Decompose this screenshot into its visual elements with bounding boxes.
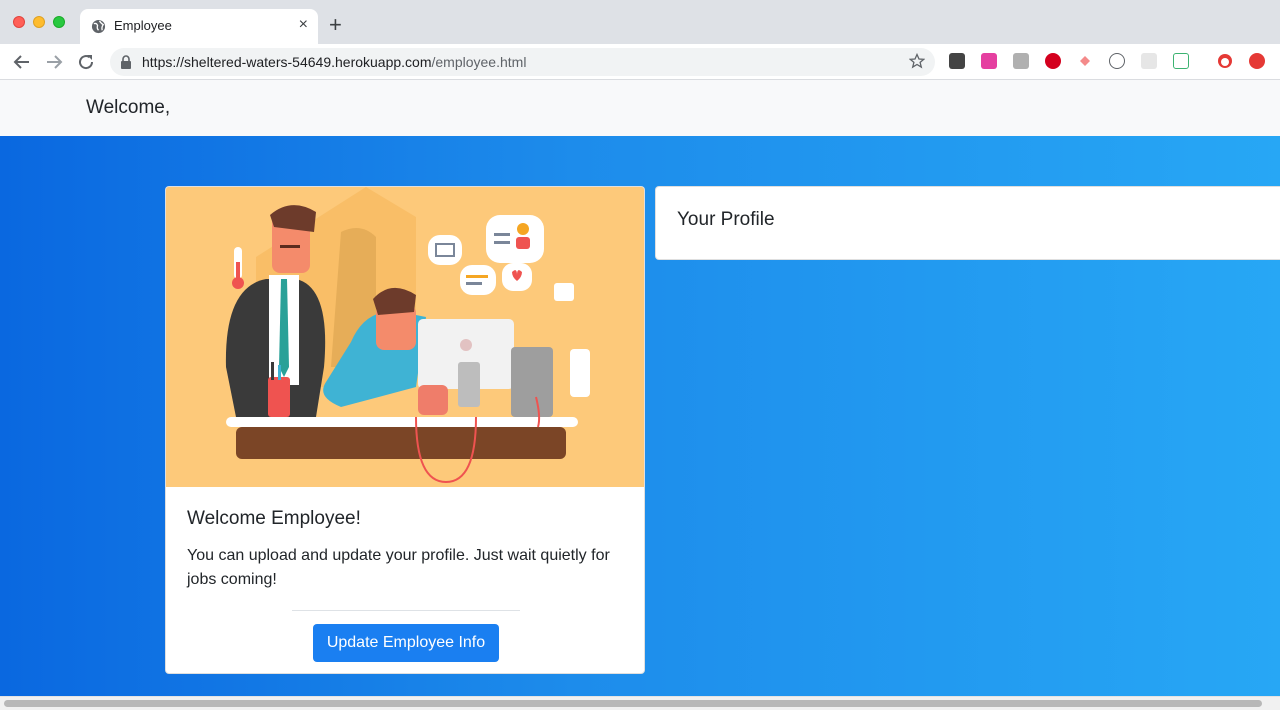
welcome-text: Welcome, [86, 97, 171, 118]
maximize-window-button[interactable] [53, 16, 65, 28]
ext-red-icon[interactable] [1249, 53, 1265, 69]
card-divider [292, 610, 520, 611]
ext-chart-icon[interactable] [1173, 53, 1189, 69]
url-path: /employee.html [431, 54, 527, 70]
ext-dots-icon[interactable] [1109, 53, 1125, 69]
url-text: https://sheltered-waters-54649.herokuapp… [142, 54, 526, 70]
horizontal-scrollbar[interactable] [0, 696, 1280, 710]
browser-tab[interactable]: Employee × [80, 9, 318, 44]
forward-arrow-icon[interactable] [42, 50, 66, 74]
ext-grey-icon[interactable] [1013, 53, 1029, 69]
lock-icon [121, 55, 131, 69]
close-window-button[interactable] [13, 16, 25, 28]
minimize-window-button[interactable] [33, 16, 45, 28]
update-employee-info-button[interactable]: Update Employee Info [313, 624, 499, 662]
profile-title: Your Profile [677, 209, 775, 230]
new-tab-button[interactable]: + [329, 12, 342, 38]
scrollbar-thumb[interactable] [4, 700, 1262, 707]
adblock-plus-icon[interactable] [1045, 53, 1061, 69]
profile-avatar-icon[interactable] [1217, 53, 1233, 69]
profile-card: Your Profile [655, 186, 1280, 260]
address-bar[interactable]: https://sheltered-waters-54649.herokuapp… [110, 48, 935, 76]
url-domain: https://sheltered-waters-54649.herokuapp… [142, 54, 432, 70]
grammarly-icon[interactable] [981, 53, 997, 69]
tab-close-icon[interactable]: × [299, 16, 308, 34]
reload-icon[interactable] [74, 50, 98, 74]
hero-section: Welcome Employee! You can upload and upd… [0, 136, 1280, 696]
page-header: Welcome, [0, 80, 1280, 136]
globe-icon [91, 19, 106, 34]
browser-toolbar: https://sheltered-waters-54649.herokuapp… [0, 44, 1280, 80]
card-title: Welcome Employee! [187, 508, 361, 529]
browser-tab-bar: Employee × + [0, 0, 1280, 44]
tab-title: Employee [114, 18, 172, 33]
ext-arrow-icon[interactable] [1077, 53, 1093, 69]
office-illustration [166, 187, 644, 487]
ext-grid-icon[interactable] [1141, 53, 1157, 69]
card-text: You can upload and update your profile. … [187, 547, 610, 588]
back-arrow-icon[interactable] [10, 50, 34, 74]
welcome-card: Welcome Employee! You can upload and upd… [165, 186, 645, 674]
bookmark-star-icon[interactable] [909, 53, 925, 69]
bookmark-ext-icon[interactable] [949, 53, 965, 69]
